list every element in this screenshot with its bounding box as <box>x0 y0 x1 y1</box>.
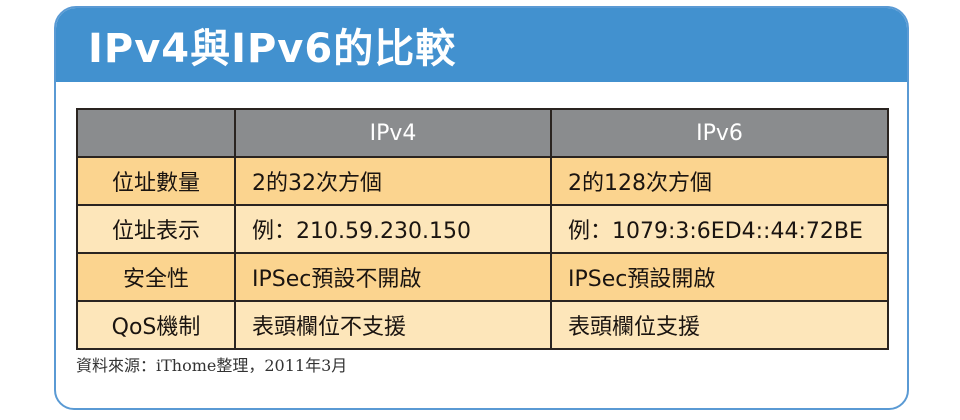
ipv6-cell: 表頭欄位支援 <box>550 300 889 350</box>
ipv6-cell: IPSec預設開啟 <box>550 252 889 302</box>
table-row: 位址數量 2的32次方個 2的128次方個 <box>76 156 889 206</box>
comparison-card: IPv4與IPv6的比較 IPv4 IPv6 位址數量 2的32次方個 2的12… <box>54 6 909 410</box>
ipv4-cell: 表頭欄位不支援 <box>234 300 552 350</box>
title-banner: IPv4與IPv6的比較 <box>56 8 907 82</box>
header-blank <box>76 108 236 158</box>
row-label: 位址數量 <box>76 156 236 206</box>
header-ipv4: IPv4 <box>234 108 552 158</box>
table-row: QoS機制 表頭欄位不支援 表頭欄位支援 <box>76 300 889 350</box>
row-label: QoS機制 <box>76 300 236 350</box>
row-label: 安全性 <box>76 252 236 302</box>
table-header-row: IPv4 IPv6 <box>76 108 889 158</box>
header-ipv6: IPv6 <box>550 108 889 158</box>
comparison-table: IPv4 IPv6 位址數量 2的32次方個 2的128次方個 位址表示 例：2… <box>76 108 889 350</box>
ipv6-cell: 例：1079:3:6ED4::44:72BE <box>550 204 889 254</box>
ipv4-cell: 2的32次方個 <box>234 156 552 206</box>
page-title: IPv4與IPv6的比較 <box>88 26 457 72</box>
ipv6-cell: 2的128次方個 <box>550 156 889 206</box>
ipv4-cell: IPSec預設不開啟 <box>234 252 552 302</box>
table-row: 安全性 IPSec預設不開啟 IPSec預設開啟 <box>76 252 889 302</box>
row-label: 位址表示 <box>76 204 236 254</box>
source-note: 資料來源：iThome整理，2011年3月 <box>76 356 348 375</box>
ipv4-cell: 例：210.59.230.150 <box>234 204 552 254</box>
table-row: 位址表示 例：210.59.230.150 例：1079:3:6ED4::44:… <box>76 204 889 254</box>
